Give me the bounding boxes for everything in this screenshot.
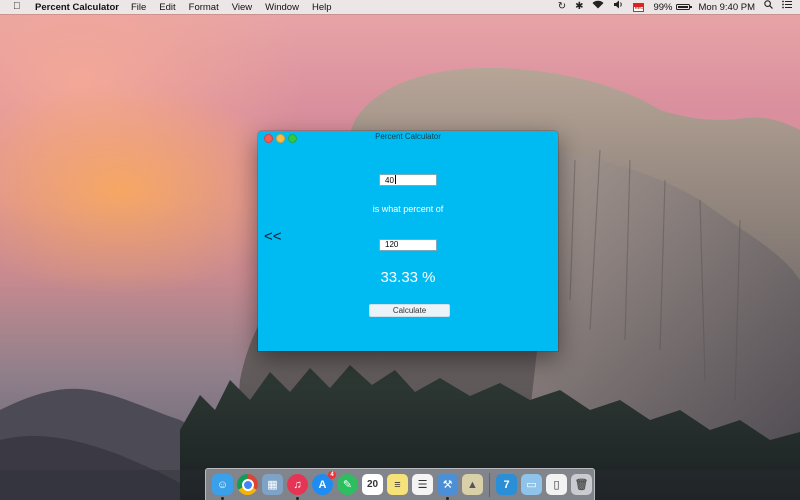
desktop:  Percent Calculator File Edit Format Vi… [0,0,800,500]
time-machine-icon[interactable]: ↻ [558,0,566,14]
menu-bar:  Percent Calculator File Edit Format Vi… [0,0,800,14]
text-caret [394,175,396,184]
volume-icon[interactable] [613,0,624,14]
menu-app-name[interactable]: Percent Calculator [35,2,119,13]
app-store-badge: 4 [328,471,336,479]
battery-icon [675,4,692,10]
instruments-glyph: ▲ [467,478,478,491]
battery-status[interactable]: 99% [653,1,692,13]
trash-glyph: 🗑 [574,479,589,491]
itunes-icon[interactable]: ♫ [287,474,308,500]
bluetooth-icon[interactable]: ✱ [575,0,583,14]
battery-percent: 99% [653,1,673,13]
notification-center-icon[interactable] [782,0,792,14]
applications-folder-glyph: 7 [503,478,510,491]
spotlight-search-icon[interactable] [764,0,773,14]
second-number-value: 120 [385,240,399,249]
file-icon[interactable]: ▯ [546,474,567,495]
menu-format[interactable]: Format [189,2,219,13]
xcode-glyph: ⚒ [442,479,453,491]
applications-folder-icon[interactable]: 7 [496,474,517,495]
preview-icon[interactable]: ▦ [262,474,283,495]
instruments-icon[interactable]: ▲ [462,474,483,495]
dock: ☺ ▦ ♫ A 4 ✎ 20 ≡ ☰ ⚒ ▲ 7 ▭ ▯ 🗑 [205,468,595,500]
app-store-glyph: A [318,478,327,491]
result-label: 33.33 % [380,269,436,286]
back-button[interactable]: << [264,228,282,245]
window-title-bar[interactable]: Percent Calculator [258,131,558,144]
first-number-input[interactable]: 40 [379,174,437,186]
documents-folder-glyph: ▭ [526,479,537,491]
recording-icon[interactable]: REC [633,2,645,12]
notes-glyph: ≡ [394,478,401,491]
reminders-icon[interactable]: ☰ [412,474,433,495]
menu-edit[interactable]: Edit [159,2,175,13]
calendar-glyph: 20 [366,479,379,490]
notes-icon[interactable]: ≡ [387,474,408,495]
status-menus: ↻ ✱ REC 99% Mon 9:40 PM [558,0,792,14]
app-store-icon[interactable]: A4 [312,471,336,495]
chrome-center [241,478,254,491]
is-what-percent-of-label: is what percent of [372,204,444,214]
dock-separator [489,472,490,497]
percent-calculator-window: Percent Calculator 40 is what percent of… [258,131,558,351]
wifi-icon[interactable] [592,0,604,14]
preview-glyph: ▦ [267,479,278,491]
apple-menu-icon[interactable]:  [13,0,23,14]
menu-help[interactable]: Help [312,2,332,13]
first-number-value: 40 [385,176,394,185]
menu-window[interactable]: Window [265,2,299,13]
reminders-glyph: ☰ [417,479,428,491]
xcode-icon[interactable]: ⚒ [437,474,458,500]
finder-icon[interactable]: ☺ [212,474,233,500]
menu-view[interactable]: View [232,2,252,13]
chrome-icon[interactable] [237,474,258,495]
clock[interactable]: Mon 9:40 PM [699,2,756,13]
itunes-glyph: ♫ [293,478,302,491]
trash-icon[interactable]: 🗑 [571,474,592,495]
calculate-button[interactable]: Calculate [369,304,450,317]
documents-folder-icon[interactable]: ▭ [521,474,542,495]
file-glyph: ▯ [553,479,560,491]
second-number-input[interactable]: 120 [379,239,437,251]
menu-file[interactable]: File [131,2,146,13]
finder-glyph: ☺ [216,478,229,491]
evernote-glyph: ✎ [342,479,353,491]
window-title: Percent Calculator [375,132,441,141]
evernote-icon[interactable]: ✎ [337,474,358,495]
calendar-icon[interactable]: 20 [362,474,383,495]
